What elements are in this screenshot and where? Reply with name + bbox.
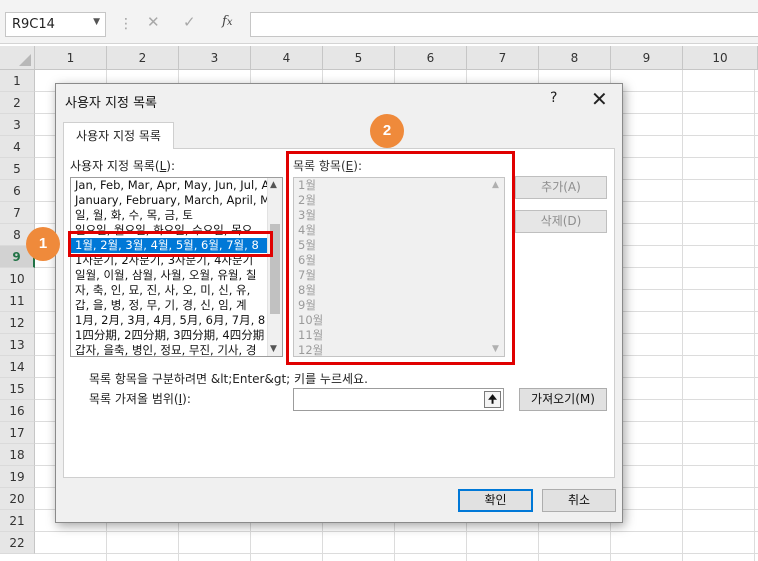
list-item[interactable]: Jan, Feb, Mar, Apr, May, Jun, Jul, A <box>71 178 268 193</box>
column-header[interactable]: 8 <box>539 46 611 70</box>
list-item[interactable]: 1月, 2月, 3月, 4月, 5月, 6月, 7月, 8 <box>71 313 268 328</box>
column-header[interactable]: 5 <box>323 46 395 70</box>
row-header[interactable]: 11 <box>0 290 35 312</box>
ok-button[interactable]: 확인 <box>458 489 533 512</box>
custom-lists-label: 사용자 지정 목록(L): <box>70 159 176 173</box>
row-header[interactable]: 14 <box>0 356 35 378</box>
column-header[interactable]: 2 <box>107 46 179 70</box>
list-item[interactable]: 일, 월, 화, 수, 목, 금, 토 <box>71 208 268 223</box>
row-header[interactable]: 4 <box>0 136 35 158</box>
list-item[interactable]: 1四分期, 2四分期, 3四分期, 4四分期 <box>71 328 268 343</box>
row-header[interactable]: 17 <box>0 422 35 444</box>
list-item[interactable]: 일월, 이월, 삼월, 사월, 오월, 유월, 칠 <box>71 268 268 283</box>
step-badge-2: 2 <box>370 114 404 148</box>
row-header[interactable]: 18 <box>0 444 35 466</box>
import-range-label: 목록 가져올 범위(I): <box>89 392 191 406</box>
cancel-icon[interactable]: ✕ <box>147 13 160 31</box>
chevron-down-icon[interactable]: ▼ <box>93 17 100 27</box>
row-header[interactable]: 21 <box>0 510 35 532</box>
scroll-down-icon[interactable]: ▼ <box>270 344 277 354</box>
row-header[interactable]: 22 <box>0 532 35 554</box>
column-header[interactable]: 10 <box>683 46 758 70</box>
row-headers: 1 2 3 4 5 6 7 8 9 10 11 12 13 14 15 16 17 18 19 20 21 22 <box>0 70 35 554</box>
highlight-box-1 <box>68 231 273 257</box>
delete-button[interactable]: 삭제(D) <box>515 210 607 233</box>
column-header[interactable]: 3 <box>179 46 251 70</box>
drag-handle-icon[interactable]: ⋮ <box>119 16 133 32</box>
hint-text: 목록 항목을 구분하려면 &lt;Enter&gt; 키를 누르세요. <box>89 372 368 386</box>
formula-input[interactable] <box>250 12 758 37</box>
formula-bar: R9C14 ▼ ⋮ ✕ ✓ fx <box>0 0 758 44</box>
column-header[interactable]: 6 <box>395 46 467 70</box>
help-button[interactable]: ? <box>550 90 557 106</box>
row-header[interactable]: 16 <box>0 400 35 422</box>
name-box[interactable]: R9C14 ▼ <box>5 12 106 37</box>
add-button[interactable]: 추가(A) <box>515 176 607 199</box>
column-header[interactable]: 4 <box>251 46 323 70</box>
row-header[interactable]: 5 <box>0 158 35 180</box>
enter-icon[interactable]: ✓ <box>183 13 196 31</box>
step-badge-1: 1 <box>26 227 60 261</box>
column-headers: 1 2 3 4 5 6 7 8 9 10 <box>35 46 758 70</box>
row-header[interactable]: 20 <box>0 488 35 510</box>
row-header[interactable]: 2 <box>0 92 35 114</box>
row-header[interactable]: 13 <box>0 334 35 356</box>
highlight-box-2 <box>286 151 515 365</box>
collapse-dialog-icon[interactable]: 🠉 <box>484 391 501 408</box>
row-header[interactable]: 10 <box>0 268 35 290</box>
column-header[interactable]: 1 <box>35 46 107 70</box>
column-header[interactable]: 7 <box>467 46 539 70</box>
dialog-title: 사용자 지정 목록 <box>65 96 157 111</box>
scroll-up-icon[interactable]: ▲ <box>270 180 277 190</box>
row-header[interactable]: 6 <box>0 180 35 202</box>
insert-function-icon[interactable]: fx <box>222 14 232 29</box>
row-header[interactable]: 3 <box>0 114 35 136</box>
close-icon[interactable]: ✕ <box>591 87 608 111</box>
listbox-scrollbar[interactable]: ▲ ▼ <box>267 178 282 356</box>
column-header[interactable]: 9 <box>611 46 683 70</box>
import-range-input[interactable]: 🠉 <box>293 388 504 411</box>
import-button[interactable]: 가져오기(M) <box>519 388 607 411</box>
name-box-value: R9C14 <box>12 17 55 32</box>
list-item[interactable]: 자, 축, 인, 묘, 진, 사, 오, 미, 신, 유, <box>71 283 268 298</box>
row-header[interactable]: 7 <box>0 202 35 224</box>
cancel-button[interactable]: 취소 <box>542 489 616 512</box>
row-header[interactable]: 12 <box>0 312 35 334</box>
list-item[interactable]: 갑, 을, 병, 정, 무, 기, 경, 신, 임, 계 <box>71 298 268 313</box>
list-item[interactable]: 갑자, 을축, 병인, 정묘, 무진, 기사, 경 <box>71 343 268 356</box>
custom-lists-listbox[interactable]: Jan, Feb, Mar, Apr, May, Jun, Jul, A Janu… <box>70 177 283 357</box>
select-all-corner[interactable] <box>0 46 35 70</box>
row-header[interactable]: 15 <box>0 378 35 400</box>
list-item[interactable]: January, February, March, April, Ma <box>71 193 268 208</box>
row-header[interactable]: 1 <box>0 70 35 92</box>
tab-custom-lists[interactable]: 사용자 지정 목록 <box>63 122 174 149</box>
row-header[interactable]: 19 <box>0 466 35 488</box>
